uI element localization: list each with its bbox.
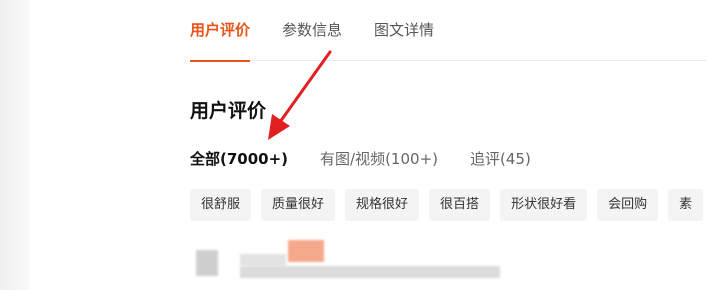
product-review-page: 用户评价 参数信息 图文详情 用户评价 全部(7000+) 有图/视频(100+…	[0, 0, 706, 290]
tag-chip[interactable]: 规格很好	[345, 189, 420, 221]
tag-chip[interactable]: 素	[668, 189, 704, 221]
review-tag-chips: 很舒服 质量很好 规格很好 很百搭 形状很好看 会回购 素	[190, 189, 706, 221]
user-badge	[288, 240, 324, 262]
redacted-username	[240, 254, 286, 266]
review-filters: 全部(7000+) 有图/视频(100+) 追评(45)	[190, 148, 563, 169]
tag-chip[interactable]: 很百搭	[429, 189, 491, 221]
section-title: 用户评价	[190, 100, 267, 122]
tag-chip[interactable]: 会回购	[597, 189, 659, 221]
tag-chip[interactable]: 质量很好	[261, 189, 336, 221]
tag-chip[interactable]: 形状很好看	[500, 189, 588, 221]
detail-tabs: 用户评价 参数信息 图文详情	[190, 0, 706, 62]
filter-with-media[interactable]: 有图/视频(100+)	[320, 148, 438, 169]
tab-user-reviews[interactable]: 用户评价	[190, 0, 251, 62]
avatar	[196, 250, 218, 276]
tab-details[interactable]: 图文详情	[374, 0, 434, 61]
left-gutter	[0, 0, 30, 290]
tab-specs[interactable]: 参数信息	[282, 0, 342, 61]
tag-chip[interactable]: 很舒服	[190, 189, 252, 221]
filter-all[interactable]: 全部(7000+)	[190, 148, 288, 169]
filter-follow-up[interactable]: 追评(45)	[470, 148, 531, 169]
redacted-text	[240, 266, 500, 278]
